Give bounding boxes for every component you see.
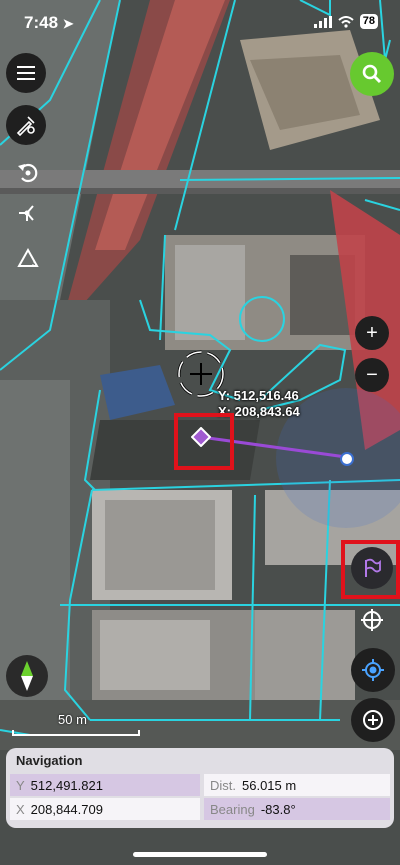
status-bar: 7:48 ➤ 78	[0, 0, 400, 44]
angle-measure-icon	[17, 247, 39, 267]
navigation-panel: Navigation Y 512,491.821 X 208,844.709 D…	[6, 748, 394, 828]
vertex-icon	[19, 205, 34, 221]
compass-icon	[21, 661, 33, 691]
wifi-icon	[338, 15, 354, 28]
nav-y-cell: Y 512,491.821	[10, 774, 200, 796]
crosshair-button[interactable]	[352, 600, 392, 640]
gps-locate-button[interactable]	[351, 648, 395, 692]
signal-icon	[313, 15, 332, 28]
menu-icon	[17, 66, 35, 80]
nav-x-cell: X 208,844.709	[10, 798, 200, 820]
scale-label: 50 m	[58, 712, 87, 727]
vertex-tool-button[interactable]	[8, 193, 48, 233]
draw-tools-button[interactable]	[6, 105, 46, 145]
status-icons: 78	[313, 14, 378, 29]
zoom-out-button[interactable]: −	[355, 358, 389, 392]
menu-button[interactable]	[6, 53, 46, 93]
status-time: 7:48 ➤	[24, 13, 74, 32]
draw-tools-icon	[16, 116, 35, 136]
zoom-in-icon: +	[366, 321, 378, 344]
nav-y-value: 512,491.821	[30, 777, 103, 793]
home-indicator[interactable]	[133, 852, 267, 857]
angle-measure-button[interactable]	[8, 238, 48, 278]
add-point-button[interactable]	[351, 698, 395, 742]
scale-line	[12, 730, 140, 736]
zoom-out-icon: −	[366, 363, 378, 386]
nav-x-value: 208,844.709	[30, 801, 103, 817]
navigation-title: Navigation	[16, 753, 83, 768]
search-icon	[362, 64, 382, 84]
undo-icon	[18, 163, 38, 183]
cursor-y-coordinate: Y: 512,516.46	[218, 388, 299, 403]
add-point-icon	[363, 710, 383, 730]
nav-y-label: Y	[16, 777, 25, 793]
scale-bar: 50 m	[12, 712, 140, 736]
nav-bearing-value: -83.8°	[260, 801, 296, 817]
current-location-marker	[340, 452, 354, 466]
nav-bearing-label: Bearing	[210, 801, 255, 817]
highlight-box-target	[174, 413, 234, 470]
nav-x-label: X	[16, 801, 25, 817]
search-button[interactable]	[350, 52, 394, 96]
nav-dist-label: Dist.	[210, 777, 236, 793]
undo-button[interactable]	[8, 152, 48, 192]
nav-bearing-cell: Bearing -83.8°	[204, 798, 390, 820]
highlight-box-flag	[341, 540, 400, 599]
crosshair-icon	[361, 609, 383, 631]
battery-indicator: 78	[359, 14, 378, 29]
compass-button[interactable]	[6, 655, 48, 697]
gps-locate-icon	[362, 659, 384, 681]
nav-dist-value: 56.015 m	[242, 777, 297, 793]
zoom-in-button[interactable]: +	[355, 316, 389, 350]
location-arrow-icon: ➤	[62, 16, 74, 31]
nav-dist-cell: Dist. 56.015 m	[204, 774, 390, 796]
